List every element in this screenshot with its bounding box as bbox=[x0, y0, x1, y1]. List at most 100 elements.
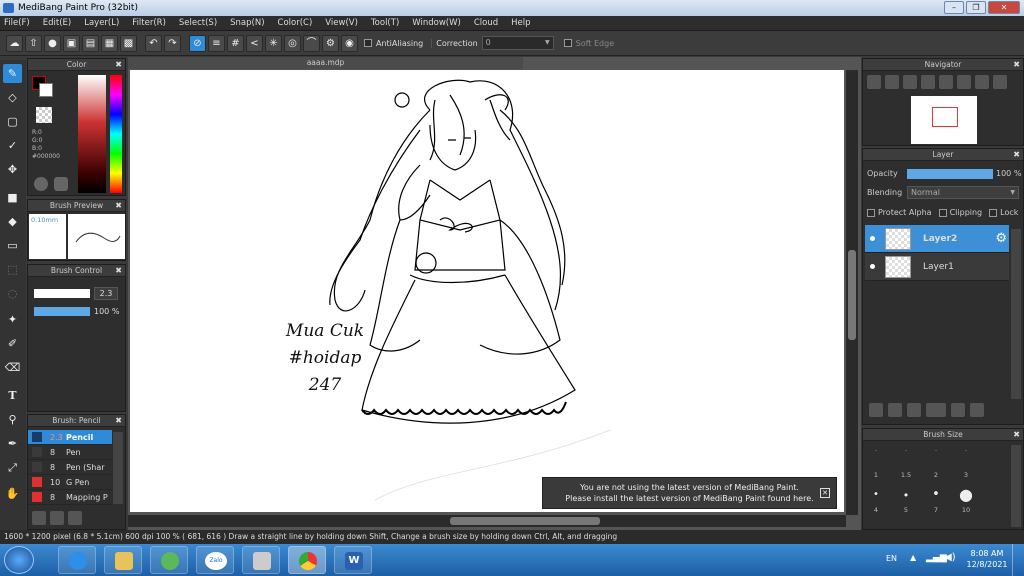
layer-opacity-slider[interactable] bbox=[907, 169, 993, 179]
brush-tool-icon[interactable]: ✎ bbox=[3, 64, 22, 83]
taskbar-app3[interactable] bbox=[150, 546, 188, 574]
menu-filter[interactable]: Filter(R) bbox=[132, 18, 166, 28]
protect-alpha-checkbox[interactable] bbox=[867, 208, 875, 217]
menu-color[interactable]: Color(C) bbox=[278, 18, 313, 28]
language-indicator[interactable]: EN bbox=[886, 554, 897, 563]
snap-off-icon[interactable]: ⊘ bbox=[189, 34, 206, 52]
secondary-color-swatch[interactable] bbox=[39, 83, 53, 97]
size-label-10[interactable]: 10 bbox=[955, 506, 977, 514]
text-tool-icon[interactable]: T bbox=[3, 386, 22, 405]
check-tool-icon[interactable]: ✓ bbox=[3, 136, 22, 155]
softedge-checkbox[interactable] bbox=[563, 39, 572, 47]
menu-select[interactable]: Select(S) bbox=[179, 18, 217, 28]
menu-view[interactable]: View(V) bbox=[325, 18, 358, 28]
size-label-5[interactable]: 5 bbox=[895, 506, 917, 514]
taskbar-tool[interactable] bbox=[242, 546, 280, 574]
tray-arrow-icon[interactable]: ▲ bbox=[910, 553, 916, 562]
duplicate-layer-icon[interactable] bbox=[970, 403, 984, 417]
brush-menu-icon[interactable] bbox=[68, 511, 82, 525]
size-cell[interactable]: · bbox=[895, 447, 917, 455]
clock[interactable]: 8:08 AM 12/8/2021 bbox=[965, 548, 1009, 570]
add-brush-icon[interactable] bbox=[32, 511, 46, 525]
panel-close-icon[interactable]: ✖ bbox=[115, 59, 122, 71]
fill-rect-tool-icon[interactable]: ■ bbox=[3, 188, 22, 207]
brush-item[interactable]: 8 Mapping P bbox=[28, 490, 112, 505]
size-label-1.5[interactable]: 1.5 bbox=[895, 471, 917, 479]
copy-brush-icon[interactable] bbox=[50, 511, 64, 525]
menu-file[interactable]: File(F) bbox=[4, 18, 30, 28]
circle-snap-icon[interactable]: ◎ bbox=[284, 34, 301, 52]
brush-size-value[interactable]: 2.3 bbox=[94, 287, 118, 300]
brush-size-scrollbar[interactable] bbox=[1011, 445, 1021, 527]
rotate-left-icon[interactable] bbox=[939, 75, 953, 89]
undo-icon[interactable]: ↶ bbox=[145, 34, 162, 52]
hue-slider[interactable] bbox=[110, 75, 122, 193]
saturation-picker[interactable] bbox=[78, 75, 106, 193]
size-cell[interactable]: · bbox=[865, 447, 887, 455]
brush-item[interactable]: 8 Pen (Shar bbox=[28, 460, 112, 475]
fit-icon[interactable] bbox=[903, 75, 917, 89]
clipping-checkbox[interactable] bbox=[938, 208, 947, 217]
zoom-out-icon[interactable] bbox=[885, 75, 899, 89]
update-notice[interactable]: You are not using the latest version of … bbox=[542, 477, 837, 509]
new-8bit-layer-icon[interactable] bbox=[907, 403, 921, 417]
cross-snap-icon[interactable]: # bbox=[227, 34, 244, 52]
visibility-icon[interactable] bbox=[870, 236, 875, 241]
size-dot[interactable]: • bbox=[925, 487, 947, 502]
antialias-checkbox[interactable] bbox=[364, 39, 372, 47]
select-rect-tool-icon[interactable]: ▢ bbox=[3, 112, 22, 131]
reset-icon[interactable] bbox=[993, 75, 1007, 89]
document-tab[interactable]: aaaa.mdp bbox=[128, 57, 523, 69]
dotted-select-tool-icon[interactable]: ⬚ bbox=[3, 260, 22, 279]
panel-close-icon[interactable]: ✖ bbox=[1013, 59, 1020, 71]
menu-cloud[interactable]: Cloud bbox=[474, 18, 498, 28]
navigator-thumbnail[interactable] bbox=[911, 96, 977, 144]
brush-size-slider[interactable] bbox=[34, 289, 90, 298]
maximize-button[interactable]: ❐ bbox=[966, 1, 986, 14]
magic-wand-tool-icon[interactable]: ✦ bbox=[3, 310, 22, 329]
gradient-tool-icon[interactable]: ▭ bbox=[3, 236, 22, 255]
palette-icon[interactable] bbox=[54, 177, 68, 191]
brush-opacity-slider[interactable] bbox=[34, 307, 90, 316]
menu-edit[interactable]: Edit(E) bbox=[43, 18, 71, 28]
select-eraser-tool-icon[interactable]: ⌫ bbox=[3, 358, 22, 377]
zoom-in-icon[interactable] bbox=[867, 75, 881, 89]
size-label-2[interactable]: 2 bbox=[925, 471, 947, 479]
new-halftone-layer-icon[interactable] bbox=[888, 403, 902, 417]
volume-icon[interactable]: ◀) bbox=[944, 552, 956, 563]
menu-window[interactable]: Window(W) bbox=[412, 18, 461, 28]
eyedropper-tool-icon[interactable]: ✒ bbox=[3, 434, 22, 453]
save-icon[interactable]: ▤ bbox=[82, 34, 99, 52]
brush-item[interactable]: 2.3 Pencil bbox=[28, 430, 112, 445]
size-label-4[interactable]: 4 bbox=[865, 506, 887, 514]
cloud-icon[interactable]: ☁ bbox=[6, 34, 23, 52]
horizontal-scrollbar[interactable] bbox=[128, 515, 846, 527]
parallel-snap-icon[interactable]: ≡ bbox=[208, 34, 225, 52]
zoom-tool-icon[interactable]: ⤢ bbox=[3, 458, 22, 477]
grid-icon[interactable]: ▩ bbox=[120, 34, 137, 52]
eraser-tool-icon[interactable]: ◇ bbox=[3, 88, 22, 107]
curve-snap-icon[interactable]: ⌒ bbox=[303, 34, 320, 52]
hand-tool-icon[interactable]: ✋ bbox=[3, 484, 22, 503]
rotate-right-icon[interactable] bbox=[957, 75, 971, 89]
size-cell[interactable]: · bbox=[925, 447, 947, 455]
visibility-icon[interactable] bbox=[870, 264, 875, 269]
lasso-tool-icon[interactable]: ◌ bbox=[3, 284, 22, 303]
brush-list-scrollbar[interactable] bbox=[113, 432, 123, 504]
panel-close-icon[interactable]: ✖ bbox=[115, 200, 122, 212]
size-dot[interactable]: • bbox=[895, 489, 917, 502]
panel-close-icon[interactable]: ✖ bbox=[115, 265, 122, 277]
select-pen-tool-icon[interactable]: ✐ bbox=[3, 334, 22, 353]
size-dot[interactable]: ● bbox=[955, 485, 977, 504]
chat-icon[interactable]: ● bbox=[44, 34, 61, 52]
comment-icon[interactable]: ▣ bbox=[63, 34, 80, 52]
gear-icon[interactable]: ⚙ bbox=[995, 231, 1007, 246]
menu-layer[interactable]: Layer(L) bbox=[84, 18, 119, 28]
lock-checkbox[interactable] bbox=[989, 208, 998, 217]
layer-row[interactable]: Layer1 bbox=[865, 253, 1009, 281]
start-button[interactable] bbox=[4, 546, 34, 574]
operation-tool-icon[interactable]: ⚲ bbox=[3, 410, 22, 429]
layer-row[interactable]: Layer2 ⚙ bbox=[865, 225, 1009, 253]
brush-item[interactable]: 10 G Pen bbox=[28, 475, 112, 490]
menu-snap[interactable]: Snap(N) bbox=[230, 18, 264, 28]
